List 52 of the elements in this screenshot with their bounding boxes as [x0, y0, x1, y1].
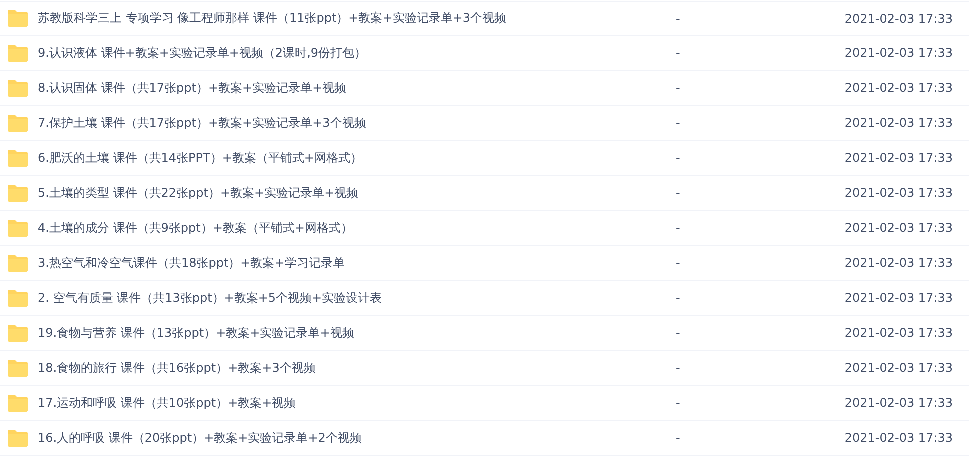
- file-name[interactable]: 19.食物与营养 课件（13张ppt）+教案+实验记录单+视频: [38, 324, 666, 342]
- file-name[interactable]: 苏教版科学三上 专项学习 像工程师那样 课件（11张ppt）+教案+实验记录单+3个视频: [38, 10, 666, 27]
- folder-icon: [8, 290, 28, 306]
- folder-icon: [8, 430, 28, 446]
- file-name[interactable]: 8.认识固体 课件（共17张ppt）+教案+实验记录单+视频: [38, 80, 666, 96]
- file-name[interactable]: 9.认识液体 课件+教案+实验记录单+视频（2课时,9份打包）: [38, 44, 666, 62]
- modified-date: 2021-02-03 17:33: [844, 326, 954, 340]
- file-size: -: [675, 81, 682, 95]
- folder-icon: [8, 254, 28, 272]
- file-size: -: [675, 361, 682, 375]
- modified-date: 2021-02-03 17:33: [844, 12, 954, 26]
- file-size: -: [675, 12, 682, 26]
- file-size: -: [675, 116, 682, 130]
- file-name[interactable]: 17.运动和呼吸 课件（共10张ppt）+教案+视频: [38, 394, 666, 412]
- file-name[interactable]: 7.保护土壤 课件（共17张ppt）+教案+实验记录单+3个视频: [38, 114, 666, 132]
- file-name[interactable]: 2. 空气有质量 课件（共13张ppt）+教案+5个视频+实验设计表: [38, 290, 666, 306]
- file-name[interactable]: 3.热空气和冷空气课件（共18张ppt）+教案+学习记录单: [38, 254, 666, 272]
- folder-icon: [8, 150, 28, 166]
- file-size: -: [675, 151, 682, 165]
- modified-date: 2021-02-03 17:33: [844, 221, 954, 235]
- folder-icon: [8, 44, 28, 62]
- folder-icon: [8, 80, 28, 96]
- file-name[interactable]: 16.人的呼吸 课件（20张ppt）+教案+实验记录单+2个视频: [38, 430, 666, 446]
- folder-icon: [8, 220, 28, 236]
- folder-icon: [8, 184, 28, 202]
- file-size: -: [675, 256, 682, 270]
- file-size: -: [675, 186, 682, 200]
- file-size: -: [675, 396, 682, 410]
- modified-date: 2021-02-03 17:33: [844, 291, 954, 305]
- folder-icon: [8, 360, 28, 376]
- modified-date: 2021-02-03 17:33: [844, 151, 954, 165]
- modified-date: 2021-02-03 17:33: [844, 256, 954, 270]
- folder-icon: [8, 324, 28, 342]
- folder-icon: [8, 394, 28, 412]
- modified-date: 2021-02-03 17:33: [844, 116, 954, 130]
- file-name[interactable]: 4.土壤的成分 课件（共9张ppt）+教案（平铺式+网格式）: [38, 220, 666, 236]
- file-name[interactable]: 6.肥沃的土壤 课件（共14张PPT）+教案（平铺式+网格式）: [38, 150, 666, 166]
- file-size: -: [675, 431, 682, 445]
- file-name[interactable]: 5.土壤的类型 课件（共22张ppt）+教案+实验记录单+视频: [38, 184, 666, 202]
- folder-icon: [8, 114, 28, 132]
- file-size: -: [675, 326, 682, 340]
- modified-date: 2021-02-03 17:33: [844, 186, 954, 200]
- modified-date: 2021-02-03 17:33: [844, 46, 954, 60]
- modified-date: 2021-02-03 17:33: [844, 81, 954, 95]
- file-name[interactable]: 18.食物的旅行 课件（共16张ppt）+教案+3个视频: [38, 360, 666, 376]
- file-size: -: [675, 221, 682, 235]
- modified-date: 2021-02-03 17:33: [844, 396, 954, 410]
- file-size: -: [675, 291, 682, 305]
- modified-date: 2021-02-03 17:33: [844, 361, 954, 375]
- file-size: -: [675, 46, 682, 60]
- folder-icon: [8, 10, 28, 27]
- modified-date: 2021-02-03 17:33: [844, 431, 954, 445]
